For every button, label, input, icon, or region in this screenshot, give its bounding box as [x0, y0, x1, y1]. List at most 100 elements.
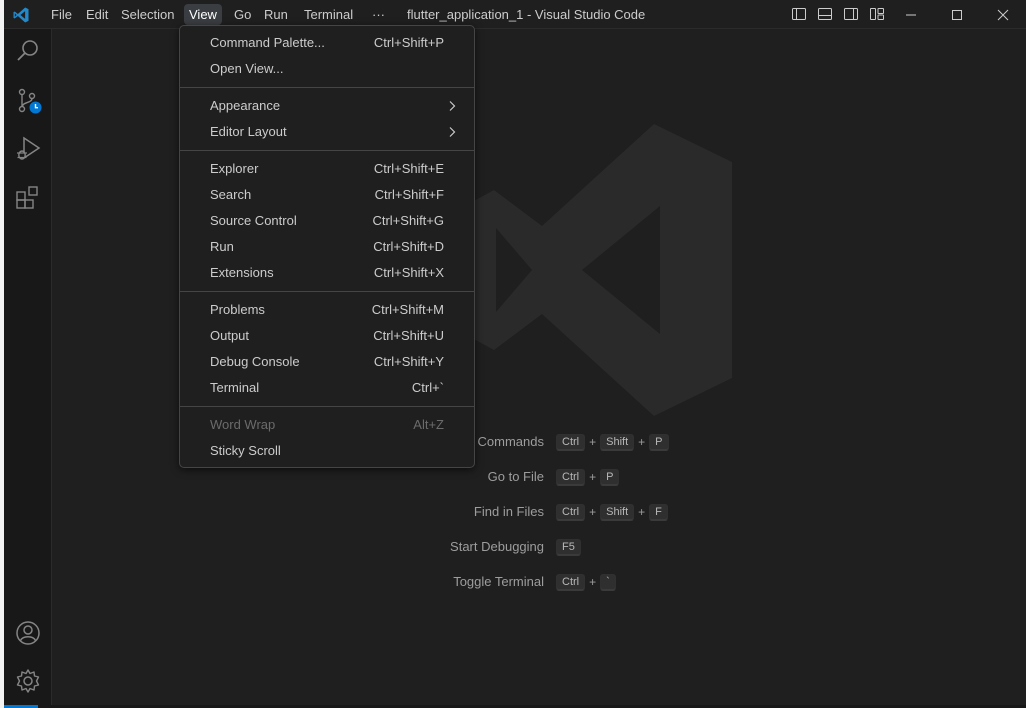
menu-item-shortcut: Alt+Z: [413, 417, 444, 432]
extensions-icon[interactable]: [14, 184, 42, 212]
source-control-icon[interactable]: [14, 87, 42, 115]
menu-item-label: Open View...: [210, 61, 284, 76]
menu-terminal[interactable]: Terminal: [299, 4, 358, 25]
keycap: Shift: [600, 433, 635, 451]
menu-item-shortcut: Ctrl+Shift+P: [373, 35, 444, 50]
menu-item-label: Terminal: [210, 380, 260, 395]
hint-label: Toggle Terminal: [453, 574, 544, 589]
hint-label: Commands: [477, 434, 544, 449]
hint-start-debugging: Start Debugging: [52, 538, 544, 556]
hint-keys: Ctrl + Shift + F: [556, 503, 668, 521]
menu-run[interactable]: Run: [259, 4, 293, 25]
menu-item-problems[interactable]: Problems Ctrl+Shift+M: [180, 297, 474, 323]
run-debug-icon[interactable]: [14, 135, 42, 163]
close-window-button[interactable]: [980, 0, 1026, 29]
menu-separator: [180, 87, 474, 88]
menu-item-label: Search: [210, 187, 252, 202]
toggle-secondary-sidebar-icon[interactable]: [843, 6, 859, 22]
menu-item-editor-layout[interactable]: Editor Layout: [180, 119, 474, 145]
menu-item-label: Sticky Scroll: [210, 443, 281, 458]
menu-item-label: Source Control: [210, 213, 297, 228]
hint-label: Go to File: [487, 469, 544, 484]
minimize-button[interactable]: [888, 0, 934, 29]
hint-keys: Ctrl + `: [556, 573, 616, 591]
menu-selection[interactable]: Selection: [116, 4, 179, 25]
activity-bar: [4, 29, 52, 705]
keycap: Ctrl: [556, 503, 586, 521]
manage-gear-icon[interactable]: [14, 667, 42, 695]
menu-item-label: Explorer: [210, 161, 259, 176]
menu-item-label: Debug Console: [210, 354, 300, 369]
menu-item-label: Extensions: [210, 265, 274, 280]
menu-separator: [180, 406, 474, 407]
menu-separator: [180, 291, 474, 292]
keycap: P: [649, 433, 669, 451]
keycap: F5: [556, 538, 581, 556]
hint-keys: Ctrl + Shift + P: [556, 433, 669, 451]
toggle-panel-icon[interactable]: [817, 6, 833, 22]
minimize-icon: [906, 14, 916, 15]
key-plus: +: [589, 435, 597, 449]
menu-item-command-palette[interactable]: Command Palette... Ctrl+Shift+P: [180, 30, 474, 56]
menu-edit[interactable]: Edit: [81, 4, 113, 25]
menu-item-open-view[interactable]: Open View...: [180, 56, 474, 82]
menu-item-search[interactable]: Search Ctrl+Shift+F: [180, 182, 474, 208]
menu-item-shortcut: Ctrl+Shift+G: [372, 213, 444, 228]
keycap: Ctrl: [556, 433, 586, 451]
menu-item-label: Problems: [210, 302, 265, 317]
hint-find-in-files: Find in Files: [52, 503, 544, 521]
maximize-button[interactable]: [934, 0, 980, 29]
chevron-right-icon: [449, 127, 456, 137]
key-plus: +: [589, 505, 597, 519]
toggle-primary-sidebar-icon[interactable]: [791, 6, 807, 22]
keycap: Ctrl: [556, 573, 586, 591]
menu-item-label: Output: [210, 328, 250, 343]
menu-item-shortcut: Ctrl+Shift+E: [373, 161, 444, 176]
close-icon: [997, 9, 1009, 20]
menu-item-extensions[interactable]: Extensions Ctrl+Shift+X: [180, 260, 474, 286]
title-bar: File Edit Selection View Go Run Terminal ··· fl…: [4, 0, 1026, 29]
key-plus: +: [589, 575, 597, 589]
window-title: flutter_application_1 - Visual Studio Co…: [407, 7, 646, 22]
menu-item-label: Appearance: [210, 98, 281, 113]
menu-item-sticky-scroll[interactable]: Sticky Scroll: [180, 438, 474, 464]
keycap: P: [600, 468, 620, 486]
menu-item-shortcut: Ctrl+Shift+Y: [373, 354, 444, 369]
menu-item-terminal[interactable]: Terminal Ctrl+`: [180, 375, 474, 401]
vscode-window: File Edit Selection View Go Run Terminal ··· fl…: [4, 0, 1026, 708]
hint-label: Start Debugging: [450, 539, 544, 554]
hint-go-to-file: Go to File: [52, 468, 544, 486]
chevron-right-icon: [449, 101, 456, 111]
search-icon[interactable]: [14, 37, 42, 65]
menu-item-appearance[interactable]: Appearance: [180, 93, 474, 119]
menu-item-label: Command Palette...: [210, 35, 325, 50]
view-menu-dropdown: Command Palette... Ctrl+Shift+P Open View.…: [179, 25, 475, 468]
menu-item-source-control[interactable]: Source Control Ctrl+Shift+G: [180, 208, 474, 234]
menu-item-shortcut: Ctrl+Shift+U: [373, 328, 444, 343]
menu-item-run[interactable]: Run Ctrl+Shift+D: [180, 234, 474, 260]
hint-toggle-terminal: Toggle Terminal: [52, 573, 544, 591]
menu-item-debug-console[interactable]: Debug Console Ctrl+Shift+Y: [180, 349, 474, 375]
menu-view[interactable]: View: [184, 4, 222, 25]
keycap: Ctrl: [556, 468, 586, 486]
vscode-watermark-logo-icon: [472, 124, 732, 416]
menu-separator: [180, 150, 474, 151]
menu-item-label: Run: [210, 239, 234, 254]
menu-go[interactable]: Go: [229, 4, 256, 25]
accounts-icon[interactable]: [14, 619, 42, 647]
menu-item-shortcut: Ctrl+Shift+X: [373, 265, 444, 280]
hint-keys: Ctrl + P: [556, 468, 620, 486]
menu-more[interactable]: ···: [367, 4, 390, 25]
menu-file[interactable]: File: [46, 4, 77, 25]
customize-layout-icon[interactable]: [869, 6, 885, 22]
maximize-icon: [952, 9, 962, 20]
hint-keys: F5: [556, 538, 581, 556]
hint-label: Find in Files: [473, 504, 544, 519]
menu-item-explorer[interactable]: Explorer Ctrl+Shift+E: [180, 156, 474, 182]
menu-item-label: Word Wrap: [210, 417, 276, 432]
keycap: `: [600, 573, 616, 591]
menu-item-shortcut: Ctrl+`: [411, 380, 444, 395]
menu-item-output[interactable]: Output Ctrl+Shift+U: [180, 323, 474, 349]
menu-item-shortcut: Ctrl+Shift+D: [373, 239, 444, 254]
key-plus: +: [638, 435, 646, 449]
